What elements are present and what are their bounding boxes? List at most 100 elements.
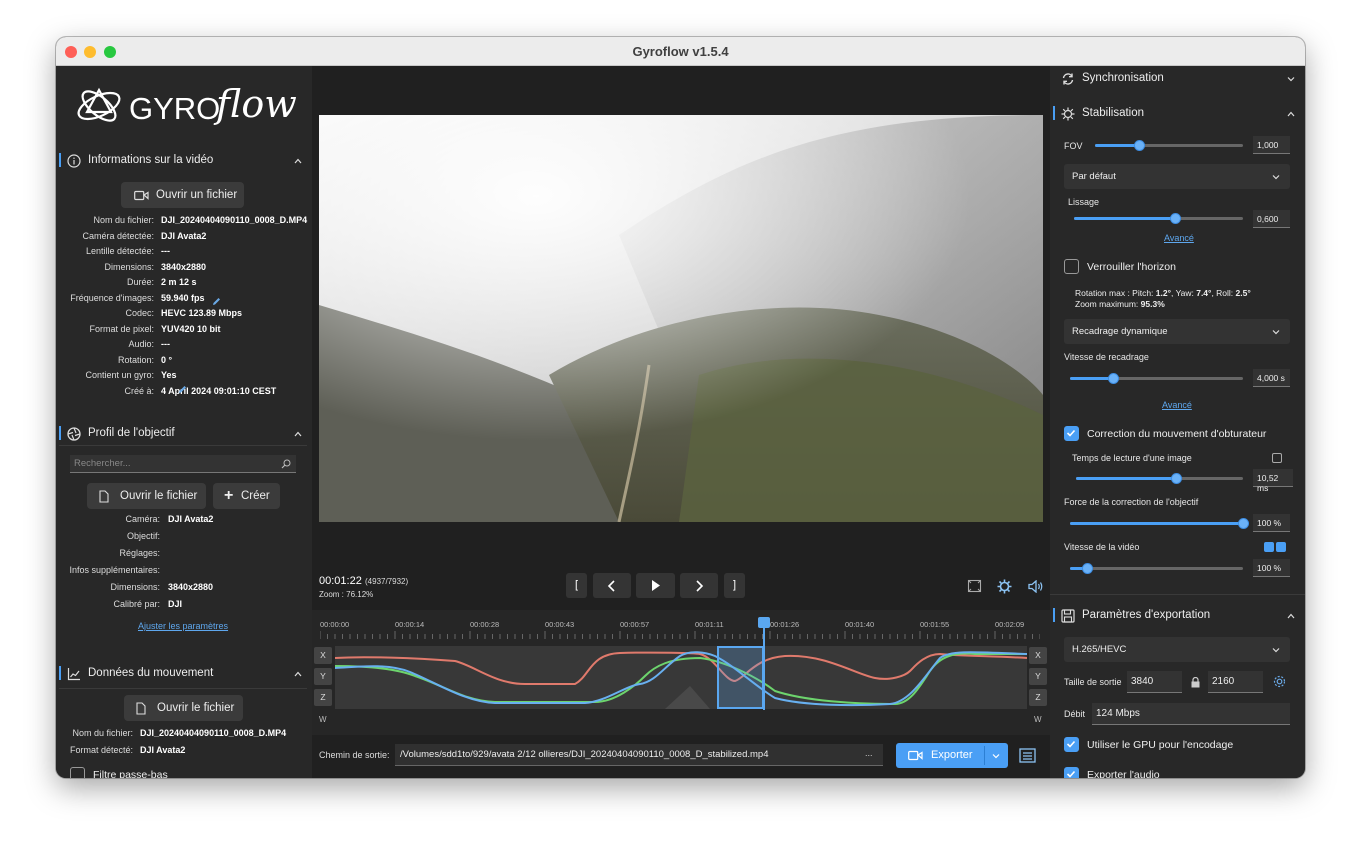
axis-toggle-y[interactable]: Y [314, 668, 332, 685]
axis-toggle-z[interactable]: Z [314, 689, 332, 706]
output-height-input[interactable]: 2160 [1208, 671, 1263, 693]
next-frame-button[interactable] [680, 573, 718, 598]
open-motion-file-button[interactable]: Ouvrir le fichier [124, 695, 243, 721]
output-path-input[interactable]: /Volumes/sdd1to/929/avata 2/12 ollieres/… [395, 744, 883, 766]
info-value: Yes [161, 370, 177, 380]
video-preview[interactable] [319, 115, 1043, 522]
gear-icon[interactable] [1273, 675, 1286, 688]
render-queue-icon[interactable] [1019, 748, 1036, 763]
smoothing-advanced-link[interactable]: Avancé [1164, 233, 1194, 243]
speaker-icon[interactable] [1028, 580, 1044, 593]
chevron-down-icon [1272, 648, 1280, 653]
horizon-lock-checkbox[interactable] [1064, 259, 1079, 274]
gpu-encoding-checkbox[interactable] [1064, 737, 1079, 752]
readout-value-input[interactable]: 10,52 ms [1253, 469, 1293, 493]
video-speed-slider[interactable] [1070, 563, 1243, 574]
edit-pencil-icon[interactable] [178, 385, 187, 394]
export-audio-checkbox[interactable] [1064, 767, 1079, 778]
slider-knob[interactable] [1170, 473, 1182, 484]
file-icon [99, 490, 109, 503]
lens-correction-value-input[interactable]: 100 % [1253, 514, 1290, 532]
lens-profile-header[interactable]: Profil de l'objectif [56, 424, 312, 444]
divider [59, 445, 307, 446]
info-key: Lentille détectée: [85, 246, 154, 256]
save-icon [1061, 609, 1075, 623]
export-button[interactable]: Exporter [896, 743, 1008, 768]
yaw-value: 7.4° [1196, 288, 1212, 298]
smoothing-algorithm-select[interactable]: Par défaut [1064, 164, 1290, 189]
smoothing-label: Lissage [1068, 197, 1100, 207]
readout-slider[interactable] [1076, 473, 1243, 484]
timeline-tick-label: 00:00:57 [620, 620, 650, 629]
info-value: 3840x2880 [161, 261, 207, 272]
rolling-shutter-checkbox[interactable] [1064, 426, 1079, 441]
timeline-tick-label: 00:01:40 [845, 620, 875, 629]
lens-correction-label: Force de la correction de l'objectif [1064, 497, 1199, 507]
left-panel: GYRO flow Informations sur la vidéo Ouvr… [56, 66, 312, 778]
slider-knob[interactable] [1107, 373, 1119, 384]
playhead-selection[interactable] [717, 646, 764, 709]
crop-speed-value-input[interactable]: 4,000 s [1253, 369, 1290, 387]
edit-pencil-icon[interactable] [212, 297, 221, 306]
readout-checkbox[interactable] [1272, 453, 1282, 463]
slider-knob[interactable] [1133, 140, 1145, 151]
adjust-parameters-link[interactable]: Ajuster les paramètres [138, 621, 228, 631]
video-info-header[interactable]: Informations sur la vidéo [56, 151, 312, 171]
open-video-button[interactable]: Ouvrir un fichier [121, 182, 244, 208]
video-speed-option-1-checkbox[interactable] [1264, 542, 1274, 552]
set-in-point-button[interactable]: [ [566, 573, 587, 598]
crop-speed-slider[interactable] [1070, 373, 1243, 384]
stabilization-title: Stabilisation [1082, 107, 1145, 119]
fov-slider[interactable] [1095, 140, 1243, 151]
timeline-tick-label: 00:00:14 [395, 620, 425, 629]
slider-knob[interactable] [1081, 563, 1093, 574]
slider-knob[interactable] [1237, 518, 1249, 529]
open-lens-file-button[interactable]: Ouvrir le fichier [87, 483, 206, 509]
lowpass-checkbox[interactable] [70, 767, 85, 778]
video-speed-value-input[interactable]: 100 % [1253, 559, 1290, 577]
export-settings-header[interactable]: Paramètres d'exportation [1050, 606, 1305, 626]
chevron-up-icon[interactable] [294, 670, 302, 678]
lens-correction-slider[interactable] [1070, 518, 1249, 529]
lens-search-input[interactable]: Rechercher... [70, 455, 296, 473]
info-key: Dimensions: [104, 261, 154, 272]
chart-icon [67, 668, 80, 681]
create-lens-button[interactable]: + Créer [213, 483, 280, 509]
stabilization-overlay-icon[interactable] [967, 579, 982, 593]
set-out-point-button[interactable]: ] [724, 573, 745, 598]
stabilization-header[interactable]: Stabilisation [1050, 104, 1305, 124]
smoothing-slider[interactable] [1074, 213, 1243, 224]
crop-mode-select[interactable]: Recadrage dynamique [1064, 319, 1290, 344]
chevron-up-icon[interactable] [1287, 612, 1295, 620]
output-width-input[interactable]: 3840 [1127, 671, 1182, 693]
export-label: Exporter [931, 749, 973, 761]
codec-select[interactable]: H.265/HEVC [1064, 637, 1290, 662]
browse-output-button[interactable]: ... [865, 748, 873, 758]
stabilize-toggle-icon[interactable] [997, 579, 1012, 594]
axis-toggle-y[interactable]: Y [1029, 668, 1047, 685]
bitrate-input[interactable]: 124 Mbps [1092, 703, 1290, 725]
play-button[interactable] [636, 573, 675, 598]
rotation-prefix: Rotation max : Pitch: [1075, 288, 1156, 298]
chevron-up-icon[interactable] [294, 430, 302, 438]
motion-data-header[interactable]: Données du mouvement [56, 664, 312, 684]
info-value: --- [161, 246, 170, 256]
lock-icon[interactable] [1191, 677, 1200, 688]
chevron-down-icon[interactable] [992, 752, 1000, 760]
fov-value-input[interactable]: 1,000 [1253, 136, 1290, 154]
smoothing-value-input[interactable]: 0,600 [1253, 210, 1290, 228]
chevron-up-icon[interactable] [294, 157, 302, 165]
axis-toggle-x[interactable]: X [314, 647, 332, 664]
chevron-down-icon[interactable] [1287, 75, 1295, 83]
crop-advanced-link[interactable]: Avancé [1162, 400, 1192, 410]
video-speed-option-2-checkbox[interactable] [1276, 542, 1286, 552]
axis-toggle-z[interactable]: Z [1029, 689, 1047, 706]
axis-toggle-x[interactable]: X [1029, 647, 1047, 664]
w-label-left: W [319, 715, 327, 724]
chevron-up-icon[interactable] [1287, 110, 1295, 118]
video-camera-icon [134, 190, 149, 201]
previous-frame-button[interactable] [593, 573, 631, 598]
sync-header[interactable]: Synchronisation [1050, 69, 1305, 89]
info-value: DJI_20240404090110_0008_D.MP4 [140, 728, 287, 738]
slider-knob[interactable] [1169, 213, 1181, 224]
